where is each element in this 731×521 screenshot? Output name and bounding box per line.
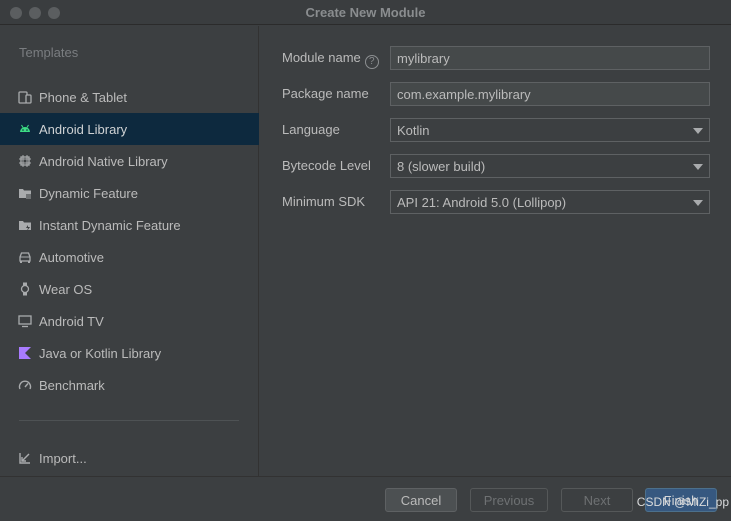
android-icon (18, 122, 32, 136)
sidebar-item-label: Wear OS (39, 281, 93, 297)
language-row: Language Kotlin (282, 118, 712, 142)
sidebar-item-label: Java or Kotlin Library (39, 345, 162, 361)
sidebar-divider (19, 420, 239, 421)
chevron-down-icon (693, 128, 703, 134)
sidebar-item-label: Instant Dynamic Feature (39, 217, 181, 233)
package-name-input[interactable] (390, 82, 710, 106)
sidebar-item-wear-os[interactable]: Wear OS (0, 273, 259, 305)
sidebar-item-phone-tablet[interactable]: Phone & Tablet (0, 81, 259, 113)
sidebar-item-instant-dynamic-feature[interactable]: Instant Dynamic Feature (0, 209, 259, 241)
module-name-row: Module name? (282, 46, 712, 70)
sidebar-item-label: Dynamic Feature (39, 185, 138, 201)
title-bar: Create New Module (0, 0, 731, 25)
tv-icon (18, 314, 32, 328)
previous-button[interactable]: Previous (470, 488, 548, 512)
help-icon[interactable]: ? (364, 55, 379, 69)
minimum-sdk-row: Minimum SDK API 21: Android 5.0 (Lollipo… (282, 190, 712, 214)
package-name-row: Package name (282, 82, 712, 106)
sidebar-item-benchmark[interactable]: Benchmark (0, 369, 259, 401)
sidebar-item-android-native-library[interactable]: Android Native Library (0, 145, 259, 177)
sidebar-item-label: Android TV (39, 313, 104, 329)
bytecode-level-value: 8 (slower build) (397, 159, 486, 174)
language-select[interactable]: Kotlin (390, 118, 710, 142)
sidebar-item-android-tv[interactable]: Android TV (0, 305, 259, 337)
chevron-down-icon (693, 200, 703, 206)
watch-icon (18, 282, 32, 296)
next-button[interactable]: Next (561, 488, 633, 512)
bytecode-level-row: Bytecode Level 8 (slower build) (282, 154, 712, 178)
sidebar-item-automotive[interactable]: Automotive (0, 241, 259, 273)
import-label: Import... (39, 450, 87, 466)
module-name-label: Module name? (282, 50, 379, 69)
cancel-button[interactable]: Cancel (385, 488, 457, 512)
gauge-icon (18, 378, 32, 392)
phone-tablet-icon (18, 90, 32, 104)
sidebar-item-java-kotlin-library[interactable]: Java or Kotlin Library (0, 337, 259, 369)
sidebar-item-label: Phone & Tablet (39, 89, 127, 105)
sidebar-item-label: Android Native Library (39, 153, 168, 169)
native-library-icon (18, 154, 32, 168)
bytecode-level-select[interactable]: 8 (slower build) (390, 154, 710, 178)
folder-icon (18, 186, 32, 200)
import-button[interactable]: Import... (0, 442, 259, 474)
minimum-sdk-select[interactable]: API 21: Android 5.0 (Lollipop) (390, 190, 710, 214)
templates-header: Templates (19, 45, 79, 60)
bytecode-level-label: Bytecode Level (282, 158, 371, 173)
minimum-sdk-label: Minimum SDK (282, 194, 366, 209)
sidebar-item-android-library[interactable]: Android Library (0, 113, 259, 145)
language-label: Language (282, 122, 340, 137)
sidebar-item-dynamic-feature[interactable]: Dynamic Feature (0, 177, 259, 209)
minimum-sdk-value: API 21: Android 5.0 (Lollipop) (397, 195, 567, 210)
dialog-footer: Cancel Previous Next Finish CSDN @MiZi_p… (0, 476, 731, 521)
language-value: Kotlin (397, 123, 430, 138)
package-name-label: Package name (282, 86, 369, 101)
kotlin-icon (18, 346, 32, 360)
sidebar-item-label: Benchmark (39, 377, 105, 393)
templates-sidebar: Templates Phone & Tablet Android Library… (0, 26, 259, 476)
import-arrow-icon (18, 451, 32, 465)
sidebar-item-label: Automotive (39, 249, 105, 265)
module-form: Module name? Package name Language Kotli… (260, 26, 731, 476)
car-icon (18, 250, 32, 264)
module-name-input[interactable] (390, 46, 710, 70)
window-title: Create New Module (305, 5, 426, 20)
chevron-down-icon (693, 164, 703, 170)
sidebar-item-label: Android Library (39, 121, 128, 137)
watermark: CSDN @MiZi_pp (636, 495, 729, 509)
folder-lightning-icon (18, 218, 32, 232)
